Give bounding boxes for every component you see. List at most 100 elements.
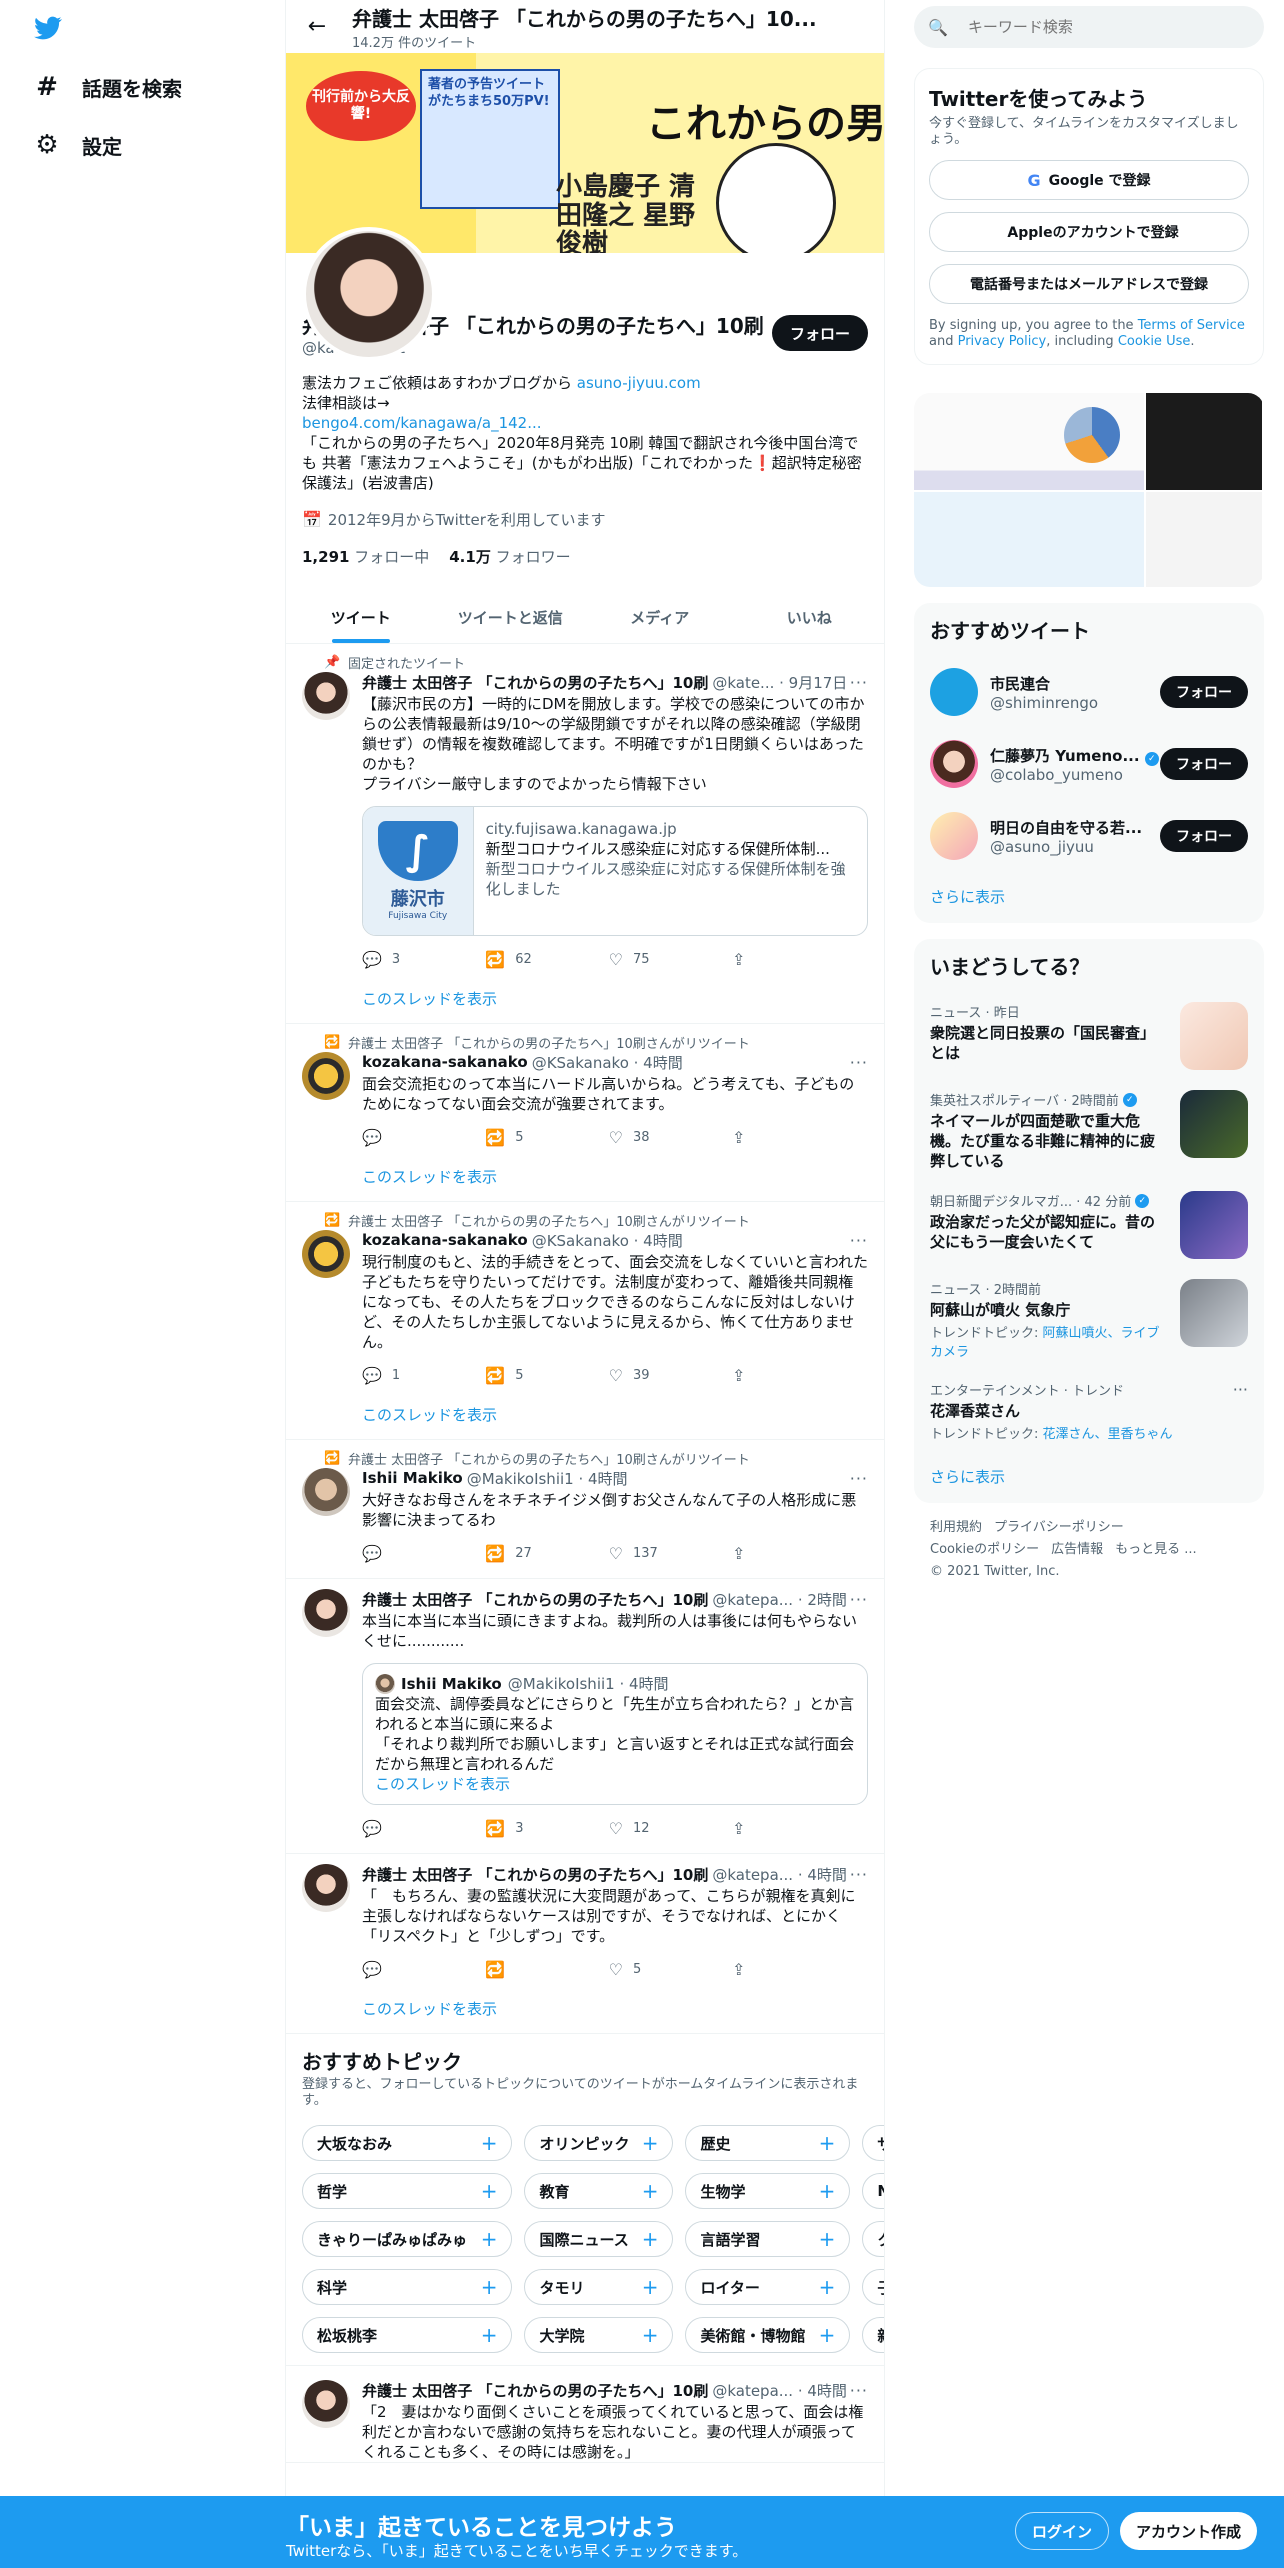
quoted-tweet[interactable]: Ishii Makiko @MakikoIshii1 · 4時間 面会交流、調停委… <box>362 1663 868 1805</box>
footer-link[interactable]: Cookieのポリシー <box>930 1542 1039 1557</box>
retweet-button[interactable]: 🔁 5 <box>485 1366 545 1385</box>
more-icon[interactable]: ··· <box>850 1590 868 1609</box>
retweet-button[interactable]: 🔁 62 <box>485 950 545 969</box>
like-button[interactable]: ♡ 39 <box>609 1366 669 1385</box>
recommended-user[interactable]: 仁藤夢乃 Yumeno... ✓ @colabo_yumeno フォロー <box>914 728 1264 800</box>
twitter-bird-icon[interactable] <box>33 14 63 42</box>
avatar[interactable] <box>302 1230 350 1278</box>
following-stat[interactable]: 1,291 フォロー中 <box>302 546 429 567</box>
tweet-author[interactable]: Ishii Makiko <box>362 1469 463 1487</box>
recommended-user[interactable]: 明日の自由を守る若... @asuno_jiyuu フォロー <box>914 800 1264 872</box>
profile-banner[interactable]: 刊行前から大反響! 著者の予告ツイートがたちまち50万PV! これからの男の子た… <box>286 53 884 253</box>
avatar[interactable] <box>302 1468 350 1516</box>
like-button[interactable]: ♡ 75 <box>609 950 669 969</box>
share-button[interactable]: ⇪ <box>732 1366 792 1385</box>
link-card[interactable]: ∫ 藤沢市 Fujisawa City city.fujisawa.kanaga… <box>362 806 868 936</box>
terms-link[interactable]: Terms of Service <box>1138 318 1245 333</box>
topic-chip[interactable]: 国際ニュース + <box>524 2221 674 2257</box>
retweet-button[interactable]: 🔁 <box>485 1960 545 1979</box>
show-more-link[interactable]: さらに表示 <box>914 1452 1264 1503</box>
topic-chip[interactable]: 哲学 + <box>302 2173 513 2209</box>
reply-button[interactable]: 💬 1 <box>362 1366 422 1385</box>
show-thread-link[interactable]: このスレッドを表示 <box>375 1774 855 1794</box>
topic-chip[interactable]: ロイター + <box>685 2269 851 2305</box>
tweet-author[interactable]: 弁護士 太田啓子 「これからの男の子たちへ」10刷 <box>362 2380 708 2401</box>
topic-chip[interactable]: ク <box>862 2221 884 2257</box>
show-more-link[interactable]: さらに表示 <box>914 872 1264 923</box>
phone-signup-button[interactable]: 電話番号またはメールアドレスで登録 <box>929 264 1249 304</box>
reply-button[interactable]: 💬 <box>362 1544 422 1563</box>
tweet-author[interactable]: kozakana-sakanako <box>362 1053 528 1071</box>
nav-explore[interactable]: # 話題を検索 <box>34 67 182 107</box>
tweet-author[interactable]: 弁護士 太田啓子 「これからの男の子たちへ」10刷 <box>362 1589 708 1610</box>
topic-chip[interactable]: ザ <box>862 2125 884 2161</box>
topic-chip[interactable]: 言語学習 + <box>685 2221 851 2257</box>
show-thread-link[interactable]: このスレッドを表示 <box>302 1154 868 1201</box>
like-button[interactable]: ♡ 38 <box>609 1128 669 1147</box>
topic-chip[interactable]: 子 <box>862 2269 884 2305</box>
search-input[interactable] <box>967 18 1228 36</box>
reply-button[interactable]: 💬 <box>362 1128 422 1147</box>
like-button[interactable]: ♡ 137 <box>609 1544 669 1563</box>
footer-link[interactable]: 利用規約 <box>930 1520 982 1535</box>
tweet-author[interactable]: 弁護士 太田啓子 「これからの男の子たちへ」10刷 <box>362 672 708 693</box>
topic-chip[interactable]: オリンピック + <box>524 2125 674 2161</box>
tweet[interactable]: 🔁 弁護士 太田啓子 「これからの男の子たちへ」10刷さんがリツイート Ishii… <box>286 1440 884 1579</box>
reply-button[interactable]: 💬 <box>362 1960 422 1979</box>
show-thread-link[interactable]: このスレッドを表示 <box>302 1986 868 2033</box>
tweet[interactable]: 弁護士 太田啓子 「これからの男の子たちへ」10刷 @katepa... · 4時… <box>286 2366 884 2463</box>
topic-chip[interactable]: 美術館・博物館 + <box>685 2317 851 2353</box>
topic-chip[interactable]: 教育 + <box>524 2173 674 2209</box>
follow-button[interactable]: フォロー <box>771 315 868 351</box>
avatar[interactable] <box>302 1589 350 1637</box>
bio-link-bengo4[interactable]: bengo4.com/kanagawa/a_142... <box>302 414 542 432</box>
follow-button[interactable]: フォロー <box>1160 676 1248 708</box>
more-icon[interactable]: ··· <box>850 673 868 692</box>
reply-button[interactable]: 💬 <box>362 1819 422 1838</box>
trend-item[interactable]: ニュース · 昨日 衆院選と同日投票の「国民審査」とは <box>914 992 1264 1080</box>
topic-chip[interactable]: 歴史 + <box>685 2125 851 2161</box>
trend-topic-link[interactable]: 花澤さん、里香ちゃん <box>1043 1427 1173 1442</box>
retweet-button[interactable]: 🔁 5 <box>485 1128 545 1147</box>
footer-link[interactable]: 広告情報 <box>1051 1542 1103 1557</box>
topic-chip[interactable]: タモリ + <box>524 2269 674 2305</box>
trend-item[interactable]: 集英社スポルティーバ · 2時間前 ✓ ネイマールが四面楚歌で重大危機。たび重なる非… <box>914 1080 1264 1181</box>
media-thumbnail[interactable] <box>914 393 1144 490</box>
more-icon[interactable]: ··· <box>850 1231 868 1250</box>
more-icon[interactable]: ··· <box>850 1469 868 1488</box>
topic-chip[interactable]: 新 <box>862 2317 884 2353</box>
avatar[interactable] <box>302 2380 350 2428</box>
google-signup-button[interactable]: G Google で登録 <box>929 160 1249 200</box>
topic-chip[interactable]: 大学院 + <box>524 2317 674 2353</box>
topic-chip[interactable]: NH <box>862 2173 884 2209</box>
avatar[interactable] <box>302 1864 350 1912</box>
login-button[interactable]: ログイン <box>1015 2512 1110 2550</box>
more-icon[interactable]: ··· <box>850 2381 868 2400</box>
tweet-author[interactable]: kozakana-sakanako <box>362 1231 528 1249</box>
like-button[interactable]: ♡ 5 <box>609 1960 669 1979</box>
like-button[interactable]: ♡ 12 <box>609 1819 669 1838</box>
follow-button[interactable]: フォロー <box>1160 748 1248 780</box>
recommended-user[interactable]: 市民連合 @shiminrengo フォロー <box>914 656 1264 728</box>
apple-signup-button[interactable]: Appleのアカウントで登録 <box>929 212 1249 252</box>
media-thumbnail[interactable] <box>1146 492 1262 587</box>
avatar[interactable] <box>302 672 350 720</box>
follow-button[interactable]: フォロー <box>1160 820 1248 852</box>
topic-chip[interactable]: きゃりーぱみゅぱみゅ + <box>302 2221 513 2257</box>
share-button[interactable]: ⇪ <box>732 1128 792 1147</box>
search-box[interactable]: 🔍 <box>914 6 1264 48</box>
followers-stat[interactable]: 4.1万 フォロワー <box>449 546 570 567</box>
trend-item[interactable]: 朝日新聞デジタルマガ... · 42 分前 ✓ 政治家だった父が認知症に。昔の父にも… <box>914 1181 1264 1269</box>
bio-link-asuno[interactable]: asuno-jiyuu.com <box>577 374 701 392</box>
share-button[interactable]: ⇪ <box>732 950 792 969</box>
topic-chip[interactable]: 大坂なおみ + <box>302 2125 513 2161</box>
reply-button[interactable]: 💬 3 <box>362 950 422 969</box>
share-button[interactable]: ⇪ <box>732 1819 792 1838</box>
retweet-button[interactable]: 🔁 3 <box>485 1819 545 1838</box>
retweet-button[interactable]: 🔁 27 <box>485 1544 545 1563</box>
tweet[interactable]: 📌 固定されたツイート 弁護士 太田啓子 「これからの男の子たちへ」10刷 @kat… <box>286 644 884 1024</box>
tweet[interactable]: 🔁 弁護士 太田啓子 「これからの男の子たちへ」10刷さんがリツイート kozak… <box>286 1202 884 1440</box>
tab-tweets-and-replies[interactable]: ツイートと返信 <box>436 591 586 643</box>
tweet-author[interactable]: 弁護士 太田啓子 「これからの男の子たちへ」10刷 <box>362 1864 708 1885</box>
nav-settings[interactable]: ⚙ 設定 <box>34 125 122 165</box>
